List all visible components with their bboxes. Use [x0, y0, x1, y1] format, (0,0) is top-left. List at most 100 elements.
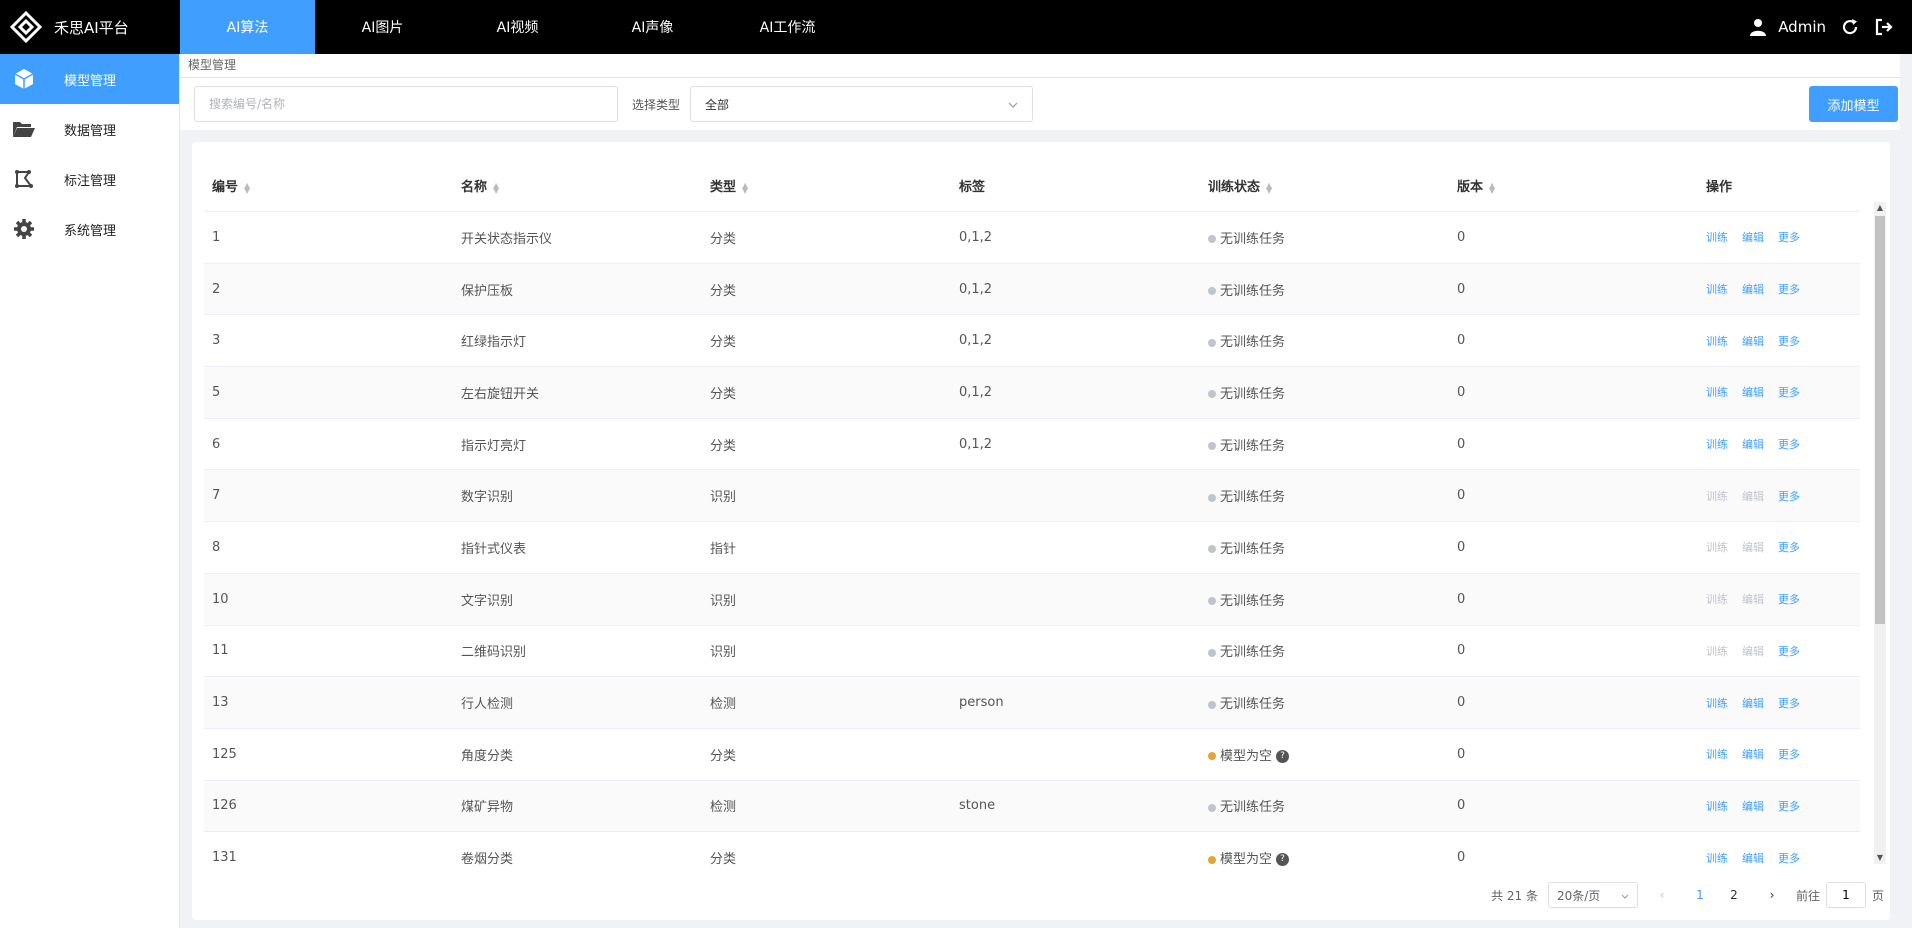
sort-icon[interactable]: ▲ ▼ [244, 181, 250, 194]
train-link[interactable]: 训练 [1706, 852, 1728, 865]
status-dot-icon [1208, 338, 1216, 347]
breadcrumb[interactable]: 模型管理 [180, 54, 1900, 78]
train-link[interactable]: 训练 [1706, 697, 1728, 710]
more-link[interactable]: 更多 [1778, 748, 1800, 761]
more-link[interactable]: 更多 [1778, 645, 1800, 658]
top-nav-tab[interactable]: AI图片 [315, 0, 450, 54]
sort-icon[interactable]: ▲ ▼ [1266, 181, 1272, 194]
cell-version: 0 [1457, 539, 1466, 555]
help-icon[interactable]: ? [1276, 749, 1290, 763]
table-row: 10 文字识别 识别 无训练任务 0 训练 编辑 更多 [204, 573, 1860, 626]
top-nav-tab[interactable]: AI工作流 [720, 0, 855, 54]
more-link[interactable]: 更多 [1778, 231, 1800, 244]
scroll-up-icon[interactable]: ▲ [1874, 202, 1886, 214]
next-page-icon[interactable]: › [1758, 888, 1786, 902]
column-header[interactable]: 训练状态 ▲ ▼ [1200, 176, 1449, 195]
column-header[interactable]: 类型 ▲ ▼ [702, 176, 951, 195]
status-text: 无训练任务 [1220, 231, 1286, 247]
train-link[interactable]: 训练 [1706, 800, 1728, 813]
more-link[interactable]: 更多 [1778, 438, 1800, 451]
status-dot-icon [1208, 597, 1216, 606]
table-scrollbar[interactable]: ▲ ▼ [1874, 202, 1886, 864]
more-link[interactable]: 更多 [1778, 335, 1800, 348]
logo-icon [8, 9, 44, 45]
column-header[interactable]: 名称 ▲ ▼ [453, 176, 702, 195]
edit-link[interactable]: 编辑 [1742, 800, 1764, 813]
sidebar-item[interactable]: 模型管理 [0, 54, 179, 104]
cell-tags: stone [959, 798, 996, 814]
cell-version: 0 [1457, 488, 1466, 504]
more-link[interactable]: 更多 [1778, 697, 1800, 710]
sort-icon[interactable]: ▲ ▼ [742, 181, 748, 194]
more-link[interactable]: 更多 [1778, 593, 1800, 606]
edit-link[interactable]: 编辑 [1742, 748, 1764, 761]
sidebar-item[interactable]: 数据管理 [0, 104, 179, 154]
more-link[interactable]: 更多 [1778, 386, 1800, 399]
search-input[interactable] [194, 86, 618, 122]
help-icon[interactable]: ? [1276, 853, 1290, 867]
cell-status: 模型为空? [1200, 848, 1449, 867]
cell-actions: 训练 编辑 更多 [1698, 798, 1858, 814]
edit-link[interactable]: 编辑 [1742, 697, 1764, 710]
train-link[interactable]: 训练 [1706, 748, 1728, 761]
train-link[interactable]: 训练 [1706, 386, 1728, 399]
top-nav-tab[interactable]: AI声像 [585, 0, 720, 54]
add-model-button[interactable]: 添加模型 [1809, 86, 1898, 122]
prev-page-icon[interactable]: ‹ [1648, 888, 1676, 902]
cell-version: 0 [1457, 591, 1466, 607]
cell-type: 分类 [710, 386, 737, 402]
cell-version: 0 [1457, 384, 1466, 400]
page-size-select[interactable]: 20条/页 [1547, 882, 1638, 908]
page-number[interactable]: 2 [1720, 888, 1748, 902]
edit-link[interactable]: 编辑 [1742, 335, 1764, 348]
status-text: 无训练任务 [1220, 800, 1286, 816]
cell-actions: 训练 编辑 更多 [1698, 488, 1858, 504]
table-row: 7 数字识别 识别 无训练任务 0 训练 编辑 更多 [204, 470, 1860, 523]
cell-status: 无训练任务 [1200, 796, 1449, 815]
column-header[interactable]: 版本 ▲ ▼ [1449, 176, 1698, 195]
sidebar-item-label: 系统管理 [64, 223, 117, 239]
edit-link[interactable]: 编辑 [1742, 386, 1764, 399]
more-link[interactable]: 更多 [1778, 541, 1800, 554]
train-link[interactable]: 训练 [1706, 283, 1728, 296]
cell-id: 8 [212, 539, 221, 555]
top-nav-tab[interactable]: AI视频 [450, 0, 585, 54]
sort-icon[interactable]: ▲ ▼ [1489, 181, 1495, 194]
table-row: 126 煤矿异物 检测 stone 无训练任务 0 训练 编辑 更多 [204, 780, 1860, 833]
more-link[interactable]: 更多 [1778, 283, 1800, 296]
table-row: 8 指针式仪表 指针 无训练任务 0 训练 编辑 更多 [204, 522, 1860, 574]
page-number[interactable]: 1 [1686, 888, 1714, 902]
edit-link[interactable]: 编辑 [1742, 231, 1764, 244]
goto-page-input[interactable] [1825, 882, 1866, 908]
logout-icon[interactable] [1874, 17, 1894, 37]
cell-version: 0 [1457, 333, 1466, 349]
scroll-down-icon[interactable]: ▼ [1874, 852, 1886, 864]
edit-link[interactable]: 编辑 [1742, 852, 1764, 865]
more-link[interactable]: 更多 [1778, 852, 1800, 865]
edit-link[interactable]: 编辑 [1742, 283, 1764, 296]
status-dot-icon [1208, 648, 1216, 657]
status-text: 无训练任务 [1220, 593, 1286, 609]
train-link[interactable]: 训练 [1706, 231, 1728, 244]
more-link[interactable]: 更多 [1778, 800, 1800, 813]
train-link[interactable]: 训练 [1706, 438, 1728, 451]
cell-id: 7 [212, 488, 221, 504]
cell-type: 分类 [710, 283, 737, 299]
brand[interactable]: 禾思AI平台 [0, 0, 180, 54]
sidebar-item[interactable]: 标注管理 [0, 154, 179, 204]
sidebar-item[interactable]: 系统管理 [0, 204, 179, 254]
scrollbar-thumb[interactable] [1875, 216, 1885, 624]
refresh-icon[interactable] [1840, 17, 1860, 37]
cell-status: 无训练任务 [1200, 280, 1449, 299]
more-link[interactable]: 更多 [1778, 490, 1800, 503]
column-header[interactable]: 编号 ▲ ▼ [204, 176, 453, 195]
user-menu[interactable]: Admin [1748, 17, 1826, 37]
status-dot-icon [1208, 235, 1216, 244]
type-select[interactable]: 全部 [690, 86, 1034, 122]
edit-link[interactable]: 编辑 [1742, 438, 1764, 451]
top-nav-tab[interactable]: AI算法 [180, 0, 315, 54]
train-link[interactable]: 训练 [1706, 335, 1728, 348]
cell-name: 指示灯亮灯 [461, 438, 527, 454]
sort-icon[interactable]: ▲ ▼ [493, 181, 499, 194]
edit-link: 编辑 [1742, 593, 1764, 607]
